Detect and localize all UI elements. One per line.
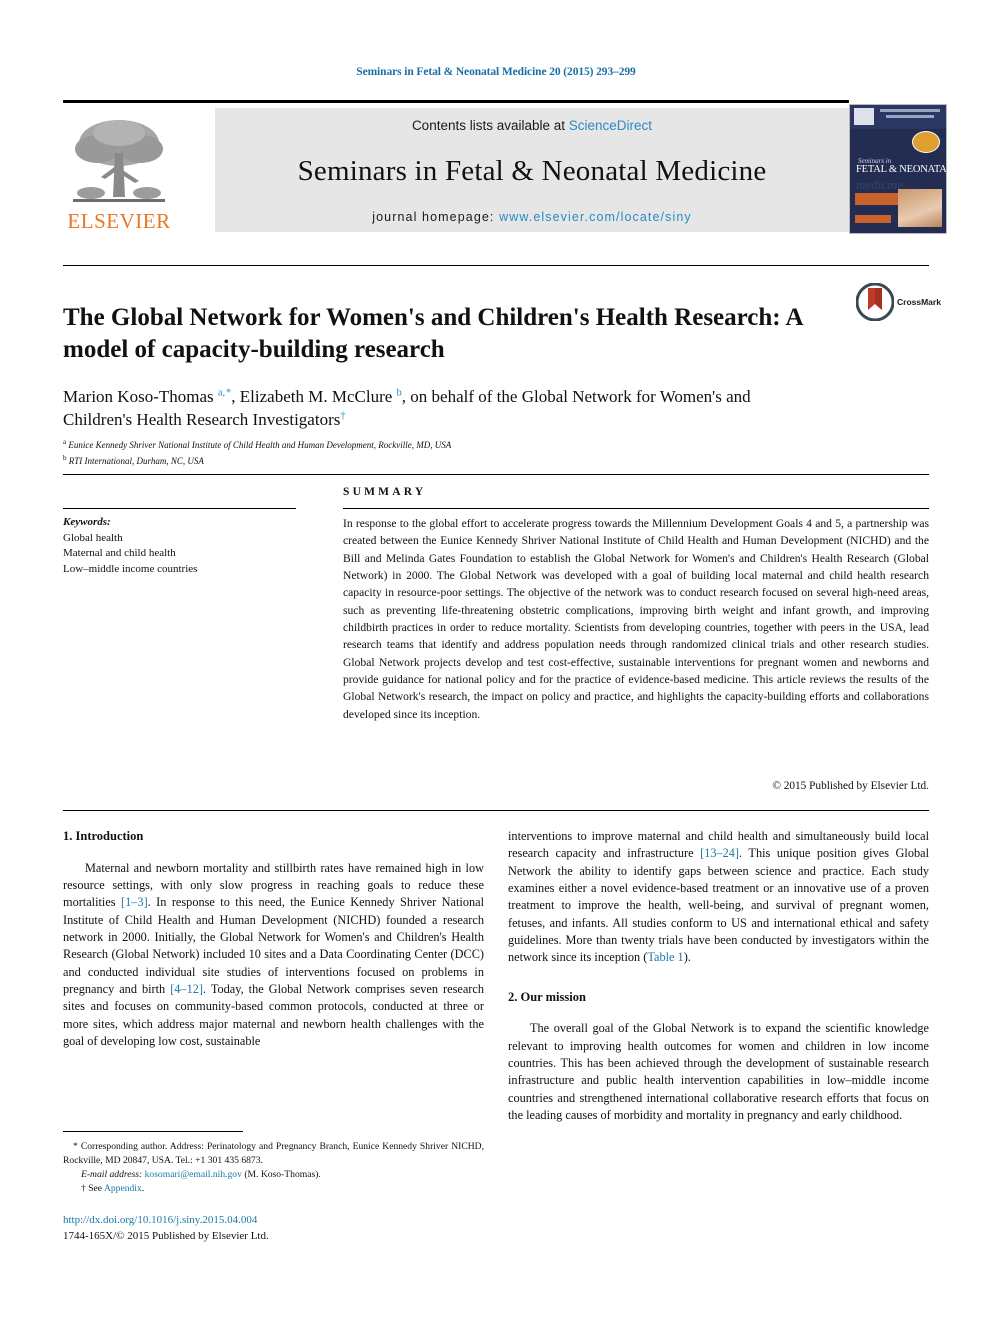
elsevier-logo: ELSEVIER bbox=[63, 106, 175, 232]
affiliation-a: a Eunice Kennedy Shriver National Instit… bbox=[63, 438, 452, 450]
keyword-item: Maternal and child health bbox=[63, 547, 176, 560]
elsevier-tree-icon bbox=[69, 113, 169, 209]
mission-paragraph: The overall goal of the Global Network i… bbox=[508, 1021, 929, 1122]
keyword-item: Low–middle income countries bbox=[63, 562, 198, 575]
summary-heading: SUMMARY bbox=[343, 486, 427, 498]
contents-box: Contents lists available at ScienceDirec… bbox=[215, 108, 849, 232]
cover-baby-photo bbox=[898, 189, 942, 227]
homepage-line: journal homepage: www.elsevier.com/locat… bbox=[372, 210, 692, 224]
cover-orange-bar-1 bbox=[855, 193, 899, 205]
corresponding-author-note: * Corresponding author. Address: Perinat… bbox=[63, 1141, 484, 1166]
body-column-right: interventions to improve maternal and ch… bbox=[508, 828, 929, 1124]
affiliation-b-text: RTI International, Durham, NC, USA bbox=[68, 455, 204, 466]
imprint-block: http://dx.doi.org/10.1016/j.siny.2015.04… bbox=[63, 1213, 484, 1245]
email-label: E-mail address: bbox=[81, 1169, 143, 1180]
intro-paragraph: Maternal and newborn mortality and still… bbox=[63, 860, 484, 1048]
journal-cover-thumbnail: Seminars in FETAL & NEONATAL medicine bbox=[849, 104, 947, 234]
appendix-prefix: See bbox=[88, 1183, 104, 1194]
keywords-rule bbox=[63, 508, 296, 509]
cover-ghost-line: medicine bbox=[856, 177, 903, 192]
intro-paragraph-continued: interventions to improve maternal and ch… bbox=[508, 829, 929, 965]
dagger-symbol: † bbox=[81, 1183, 86, 1194]
contents-prefix: Contents lists available at bbox=[411, 118, 569, 133]
section-heading-our-mission: 2. Our mission bbox=[508, 989, 586, 1004]
keyword-item: Global health bbox=[63, 531, 123, 544]
appendix-link[interactable]: Appendix bbox=[104, 1183, 142, 1194]
footnote-block: * Corresponding author. Address: Perinat… bbox=[63, 1140, 484, 1196]
page-title: The Global Network for Women's and Child… bbox=[63, 303, 803, 363]
crossmark-badge[interactable]: CrossMark bbox=[855, 282, 941, 323]
cover-top-text-line-1 bbox=[880, 109, 940, 112]
journal-title: Seminars in Fetal & Neonatal Medicine bbox=[297, 155, 767, 187]
summary-rule bbox=[343, 508, 929, 509]
summary-body: In response to the global effort to acce… bbox=[343, 517, 929, 721]
cover-orange-bar-2 bbox=[855, 215, 891, 223]
affiliation-b: b RTI International, Durham, NC, USA bbox=[63, 453, 204, 466]
keywords-block: Keywords: Global health Maternal and chi… bbox=[63, 515, 296, 577]
affiliation-list: a Eunice Kennedy Shriver National Instit… bbox=[63, 437, 823, 469]
running-head-citation: Seminars in Fetal & Neonatal Medicine 20… bbox=[356, 66, 636, 78]
appendix-note: † See Appendix. bbox=[63, 1182, 484, 1196]
journal-homepage-link[interactable]: www.elsevier.com/locate/siny bbox=[499, 210, 692, 224]
header-top-rule bbox=[63, 100, 849, 103]
homepage-prefix: journal homepage: bbox=[372, 210, 500, 224]
abstract-bottom-rule bbox=[63, 810, 929, 811]
crossmark-label: CrossMark bbox=[897, 297, 941, 307]
body-column-left: 1. Introduction Maternal and newborn mor… bbox=[63, 828, 484, 1050]
elsevier-wordmark: ELSEVIER bbox=[67, 209, 171, 233]
cover-main-line: FETAL & NEONATAL bbox=[856, 164, 947, 175]
cover-top-text-line-2 bbox=[886, 115, 934, 118]
summary-copyright: © 2015 Published by Elsevier Ltd. bbox=[772, 780, 929, 792]
contents-line: Contents lists available at ScienceDirec… bbox=[412, 118, 652, 133]
author-list: Marion Koso-Thomas a, *, Elizabeth M. Mc… bbox=[63, 387, 751, 430]
title-separator-rule bbox=[63, 265, 929, 266]
footnote-rule bbox=[63, 1131, 243, 1132]
keywords-heading: Keywords: bbox=[63, 516, 111, 528]
email-link[interactable]: kosomari@email.nih.gov bbox=[145, 1169, 242, 1180]
issn-copyright-line: 1744-165X/© 2015 Published by Elsevier L… bbox=[63, 1229, 269, 1242]
article-page: Seminars in Fetal & Neonatal Medicine 20… bbox=[0, 0, 992, 1323]
crossmark-icon bbox=[855, 282, 895, 322]
journal-header: ELSEVIER Contents lists available at Sci… bbox=[63, 100, 947, 234]
sciencedirect-link[interactable]: ScienceDirect bbox=[569, 118, 652, 133]
section-heading-introduction: 1. Introduction bbox=[63, 829, 144, 843]
cover-seal-icon bbox=[912, 131, 940, 153]
email-suffix: (M. Koso-Thomas). bbox=[244, 1169, 321, 1180]
abstract-top-rule bbox=[63, 474, 929, 475]
doi-link[interactable]: http://dx.doi.org/10.1016/j.siny.2015.04… bbox=[63, 1213, 484, 1229]
appendix-suffix: . bbox=[141, 1183, 145, 1194]
email-note: E-mail address: kosomari@email.nih.gov (… bbox=[63, 1168, 484, 1182]
affiliation-a-text: Eunice Kennedy Shriver National Institut… bbox=[68, 440, 452, 450]
cover-logo-box bbox=[854, 108, 874, 125]
